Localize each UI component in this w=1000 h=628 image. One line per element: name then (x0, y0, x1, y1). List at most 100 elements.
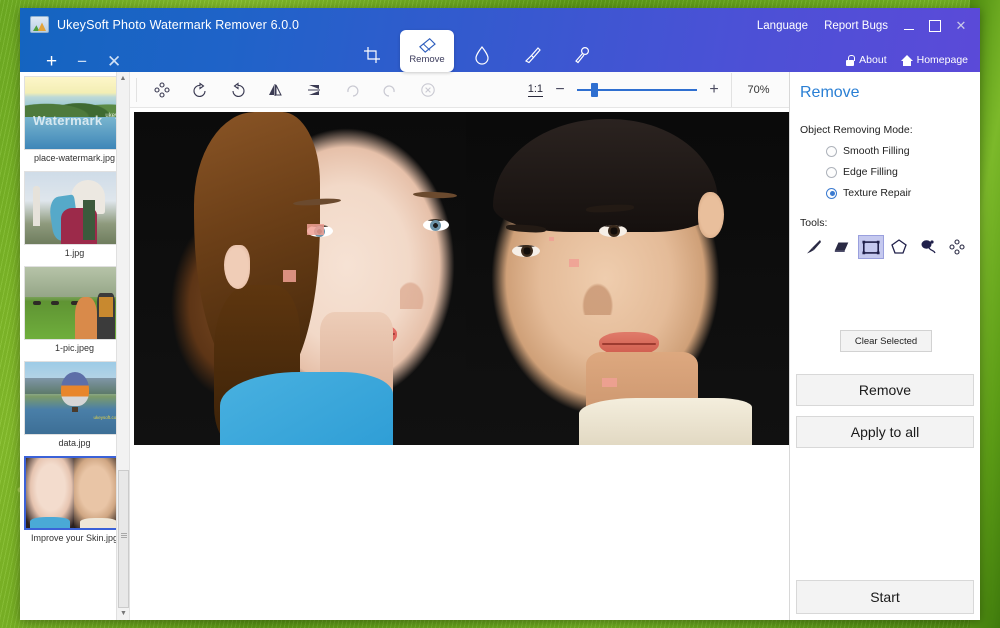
report-bugs-link[interactable]: Report Bugs (816, 18, 896, 34)
clear-selected-button[interactable]: Clear Selected (840, 330, 932, 352)
flip-horizontal-button[interactable] (257, 73, 295, 107)
thumbnail-image[interactable] (24, 266, 124, 340)
redo-button[interactable] (371, 73, 409, 107)
rotate-right-icon (230, 82, 246, 98)
reset-button[interactable] (409, 73, 447, 107)
zoom-controls: 1:1 − + 70% (528, 73, 789, 107)
panel-tool-brush[interactable] (800, 235, 826, 259)
zoom-in-button[interactable]: + (705, 81, 723, 99)
flip-vertical-button[interactable] (295, 73, 333, 107)
zoom-actual-size-button[interactable]: 1:1 (528, 83, 543, 97)
flip-vertical-icon (306, 82, 322, 98)
thumbnail-label: 1-pic.jpeg (24, 340, 125, 358)
start-button[interactable]: Start (796, 580, 974, 614)
radio-edge-filling[interactable]: Edge Filling (826, 166, 970, 178)
sidebar-scrollbar[interactable]: ▲ ▼ (116, 72, 129, 620)
selection-mark[interactable] (307, 224, 324, 235)
toolbar-item-watermark[interactable] (460, 38, 504, 72)
eye-right-inner (599, 225, 627, 237)
radio-smooth-filling[interactable]: Smooth Filling (826, 145, 970, 157)
minimize-button[interactable] (896, 16, 922, 36)
main-toolbar: Remove (350, 38, 604, 72)
toolbar-item-remove[interactable]: Remove (400, 30, 454, 72)
list-item[interactable]: Watermark ukey place-watermark.jpg (24, 76, 125, 168)
thumbnail-label: Improve your Skin.jpg (24, 530, 125, 548)
list-item[interactable]: ukeysoft.com data.jpg (24, 361, 125, 453)
thumbnail-image[interactable] (24, 456, 124, 530)
undo-button[interactable] (333, 73, 371, 107)
apply-to-all-button[interactable]: Apply to all (796, 416, 974, 448)
toolbar-item-crop[interactable] (350, 38, 394, 72)
rotate-left-icon (192, 82, 208, 98)
rectangle-select-icon (862, 240, 880, 255)
scrollbar-thumb[interactable] (118, 470, 129, 608)
eyebrow-left-outer (413, 191, 457, 199)
editor-area: 1:1 − + 70% (130, 72, 790, 620)
selection-mark[interactable] (569, 259, 579, 267)
rotate-left-button[interactable] (181, 73, 219, 107)
photo-subject-left (134, 112, 466, 445)
scroll-down-arrow-icon[interactable]: ▼ (117, 607, 130, 620)
panel-tool-polygon[interactable] (887, 235, 913, 259)
zoom-slider-handle[interactable] (591, 83, 598, 97)
homepage-link[interactable]: Homepage (901, 54, 968, 66)
clear-files-button[interactable]: ✕ (107, 53, 121, 70)
eye-right-outer (512, 245, 540, 257)
brush-icon (804, 238, 822, 256)
water-drop-icon (474, 45, 490, 65)
about-link[interactable]: About (845, 54, 886, 66)
undo-icon (344, 82, 360, 98)
radio-texture-repair[interactable]: Texture Repair (826, 187, 970, 199)
panel-tool-eraser[interactable] (829, 235, 855, 259)
list-item[interactable]: 1-pic.jpeg (24, 266, 125, 358)
toolbar-item-retouch[interactable] (510, 38, 554, 72)
toolbar-item-repair[interactable] (560, 38, 604, 72)
panel-tool-move[interactable] (944, 235, 970, 259)
radio-button-icon[interactable] (826, 167, 837, 178)
hair-right (493, 119, 719, 232)
collar-right (579, 398, 752, 445)
paintbrush-icon (523, 46, 541, 64)
thumbnail-image[interactable]: Watermark ukey (24, 76, 124, 150)
panel-tool-rectangle[interactable] (858, 235, 884, 259)
zoom-percent-label: 70% (731, 73, 785, 107)
zoom-out-button[interactable]: − (551, 81, 569, 99)
add-file-button[interactable]: + (46, 52, 57, 71)
application-window: UkeySoft Photo Watermark Remover 6.0.0 L… (20, 8, 980, 620)
radio-button-icon[interactable] (826, 146, 837, 157)
shirt-left (220, 372, 393, 445)
transform-tools (143, 73, 447, 107)
list-item[interactable]: 1.jpg (24, 171, 125, 263)
canvas-container[interactable] (130, 108, 789, 620)
toolbar-divider (136, 78, 137, 102)
scroll-up-arrow-icon[interactable]: ▲ (117, 72, 129, 85)
maximize-button[interactable] (922, 16, 948, 36)
selection-mark[interactable] (549, 237, 554, 241)
zoom-slider[interactable] (577, 83, 697, 97)
close-button[interactable]: ✕ (948, 16, 974, 36)
remove-button[interactable]: Remove (796, 374, 974, 406)
eraser-icon (833, 240, 851, 254)
move-tool-button[interactable] (143, 73, 181, 107)
radio-button-selected-icon[interactable] (826, 188, 837, 199)
file-thumbnail-sidebar[interactable]: Watermark ukey place-watermark.jpg 1.jpg (20, 72, 130, 620)
thumbnail-image[interactable]: ukeysoft.com (24, 361, 124, 435)
radio-label: Texture Repair (843, 187, 911, 199)
remove-options-panel: Remove Object Removing Mode: Smooth Fill… (790, 72, 980, 620)
nose-left (400, 279, 426, 309)
thumbnail-image[interactable] (24, 171, 124, 245)
remove-file-button[interactable]: − (77, 53, 87, 70)
thumbnail-watermark-text: Watermark (33, 113, 102, 128)
selection-mark[interactable] (602, 378, 617, 387)
move-icon (154, 82, 170, 98)
wrench-icon (573, 46, 591, 64)
panel-tool-lasso[interactable] (915, 235, 941, 259)
title-bar-footer-links: About Homepage (845, 54, 968, 66)
language-link[interactable]: Language (749, 18, 816, 34)
homepage-label: Homepage (917, 54, 968, 66)
list-item-selected[interactable]: Improve your Skin.jpg (24, 456, 125, 548)
thumbnail-label: data.jpg (24, 435, 125, 453)
selection-mark[interactable] (283, 270, 296, 282)
rotate-right-button[interactable] (219, 73, 257, 107)
editing-canvas-image[interactable] (134, 112, 789, 445)
